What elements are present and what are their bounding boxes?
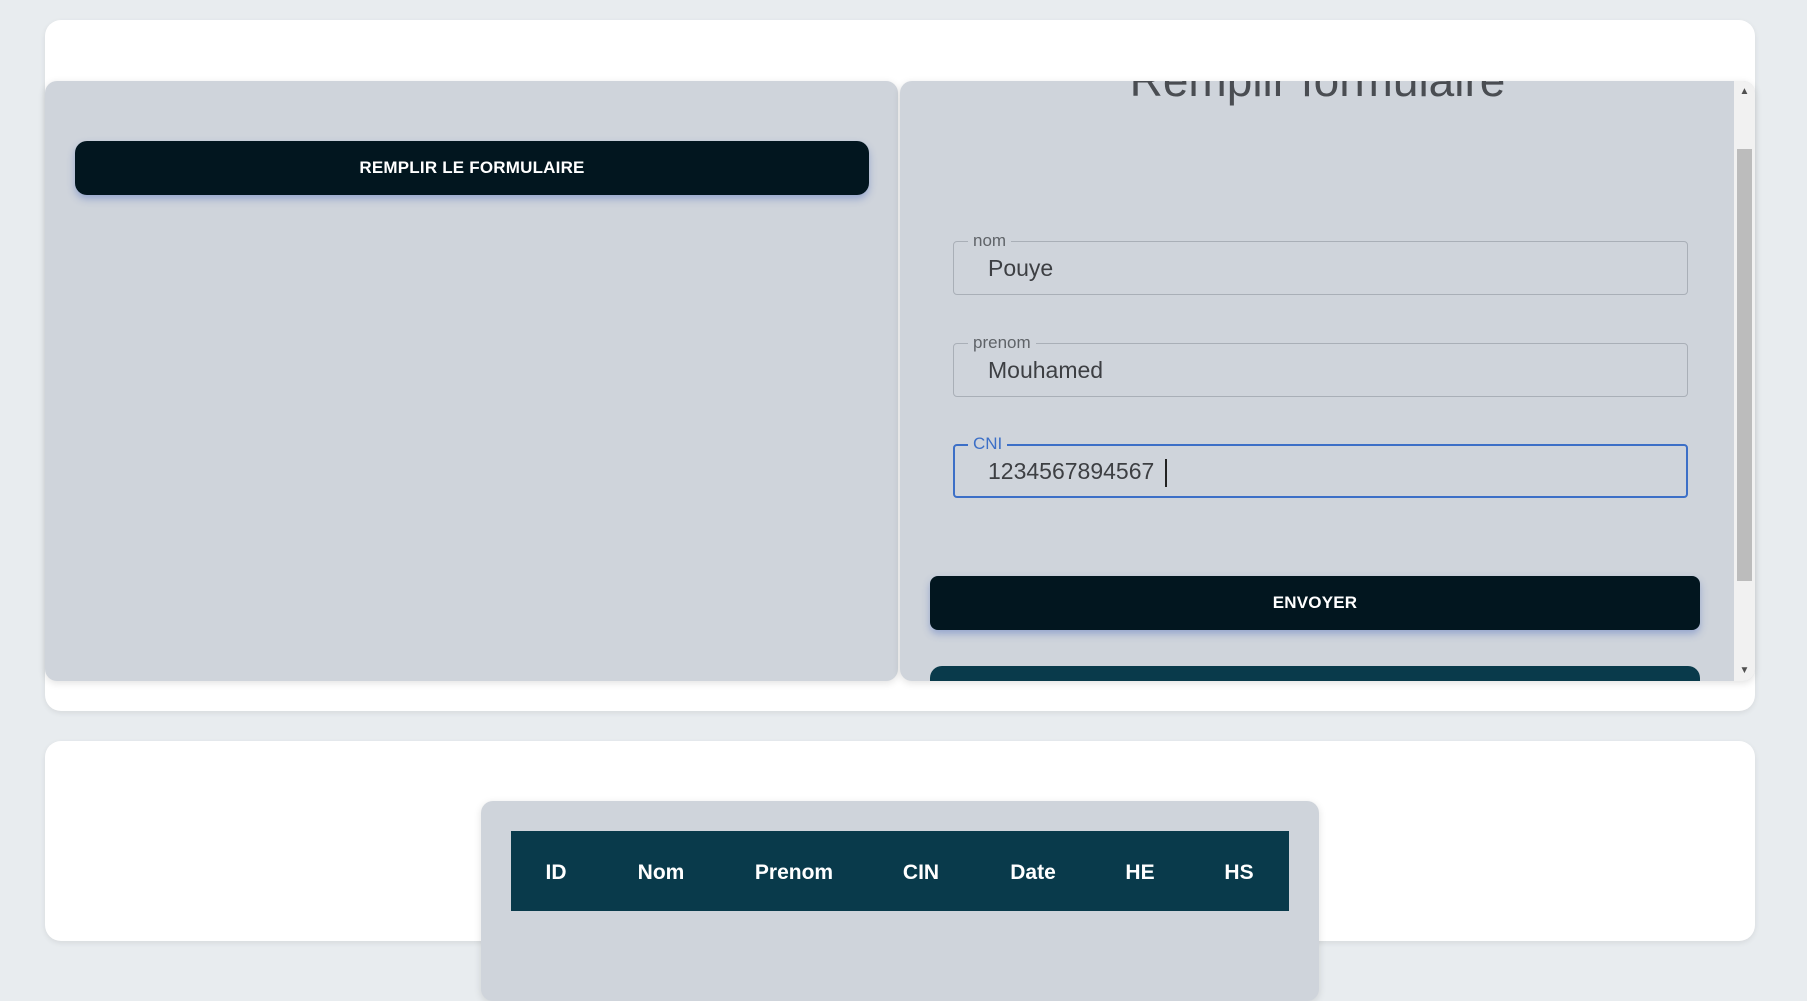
column-header-date: Date	[1010, 861, 1056, 884]
column-header-id: ID	[545, 861, 567, 884]
column-header-cin: CIN	[902, 861, 940, 884]
prenom-field[interactable]: prenom	[953, 333, 1688, 397]
form-title: Remplir formulaire	[900, 81, 1735, 107]
form-card: REMPLIR LE FORMULAIRE Remplir formulaire…	[45, 20, 1755, 711]
scroll-down-icon[interactable]: ▼	[1734, 662, 1755, 679]
cni-input[interactable]	[988, 446, 1668, 496]
nom-input[interactable]	[988, 242, 1668, 294]
text-caret	[1165, 459, 1167, 487]
column-header-prenom: Prenom	[754, 861, 834, 884]
left-panel: REMPLIR LE FORMULAIRE	[45, 81, 898, 681]
table-card: ID Nom Prenom CIN Date HE HS	[45, 741, 1755, 1001]
prenom-input[interactable]	[988, 344, 1668, 396]
scroll-thumb[interactable]	[1737, 149, 1752, 581]
column-header-hs: HS	[1224, 861, 1254, 884]
nom-field[interactable]: nom	[953, 231, 1688, 295]
table-header-row: ID Nom Prenom CIN Date HE HS	[511, 831, 1289, 911]
column-header-he: HE	[1125, 861, 1155, 884]
cni-field[interactable]: CNI	[953, 434, 1688, 498]
form-scrollbar[interactable]: ▲ ▼	[1734, 81, 1755, 681]
column-header-nom: Nom	[637, 861, 685, 884]
secondary-button[interactable]	[930, 666, 1700, 681]
send-button[interactable]: ENVOYER	[930, 576, 1700, 630]
table-container: ID Nom Prenom CIN Date HE HS	[481, 801, 1319, 1001]
scroll-up-icon[interactable]: ▲	[1734, 83, 1755, 100]
fill-form-button[interactable]: REMPLIR LE FORMULAIRE	[75, 141, 869, 195]
form-panel: Remplir formulaire nom prenom CNI ENVOYE…	[900, 81, 1755, 681]
